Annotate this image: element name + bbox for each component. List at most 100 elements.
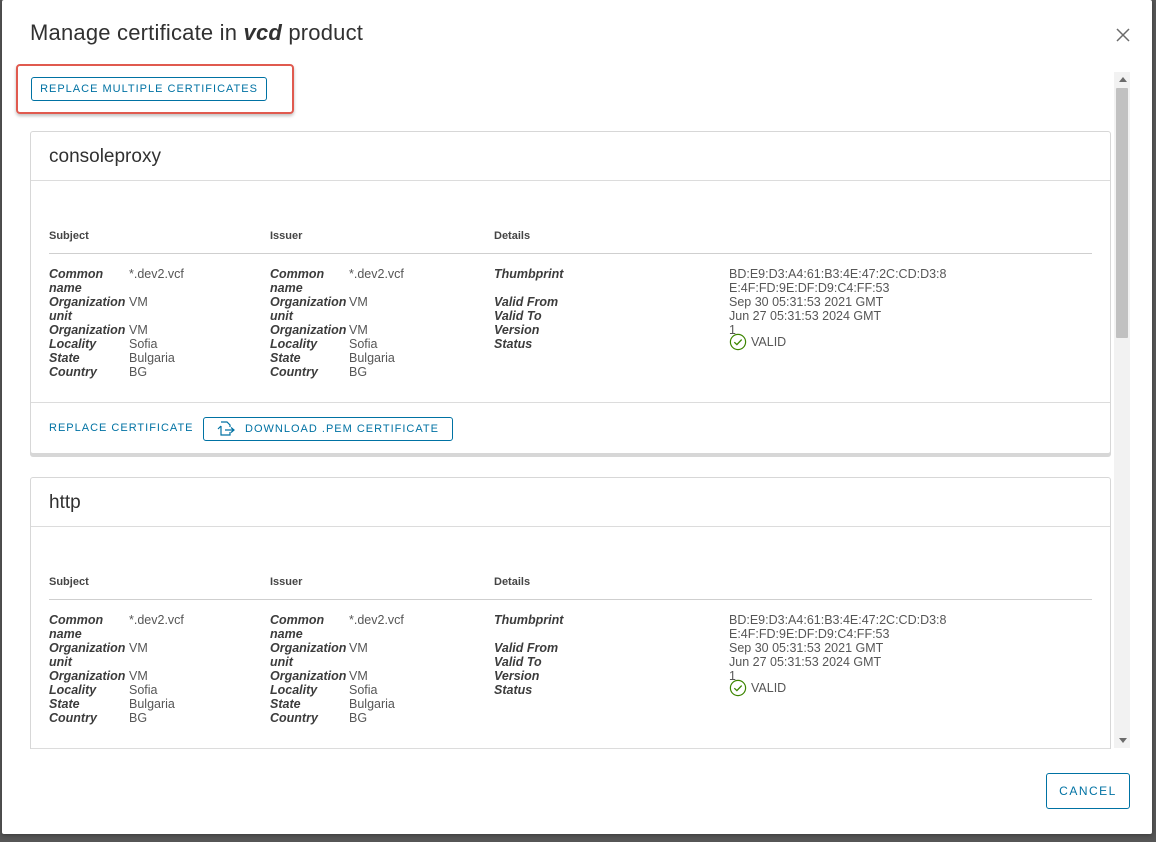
- label-locality: Locality: [270, 683, 318, 697]
- replace-multiple-highlight: REPLACE MULTIPLE CERTIFICATES: [16, 64, 294, 114]
- valid-from-value: Sep 30 05:31:53 2021 GMT: [729, 295, 884, 309]
- certificate-card-consoleproxy: consoleproxy Subject Issuer Details Comm…: [30, 131, 1111, 454]
- status-badge: VALID: [729, 679, 786, 697]
- label-locality: Locality: [49, 683, 97, 697]
- issuer-org-unit: VM: [349, 295, 368, 309]
- label-org-unit-2: unit: [270, 655, 293, 669]
- download-file-icon: [217, 421, 235, 436]
- subject-org-unit: VM: [129, 295, 148, 309]
- label-common-name-2: name: [270, 281, 303, 295]
- issuer-organization: VM: [349, 669, 368, 683]
- label-state: State: [270, 697, 301, 711]
- subject-locality: Sofia: [129, 337, 158, 351]
- label-thumbprint: Thumbprint: [494, 267, 564, 281]
- vertical-scrollbar[interactable]: [1114, 72, 1130, 748]
- label-locality: Locality: [49, 337, 97, 351]
- label-valid-to: Valid To: [494, 309, 542, 323]
- valid-from-value: Sep 30 05:31:53 2021 GMT: [729, 641, 884, 655]
- label-org-unit: Organization: [49, 641, 126, 655]
- subject-common-name: *.dev2.vcf: [129, 613, 184, 627]
- label-common-name: Common: [49, 613, 104, 627]
- subject-organization: VM: [129, 323, 148, 337]
- subject-locality: Sofia: [129, 683, 158, 697]
- issuer-org-unit: VM: [349, 641, 368, 655]
- label-version: Version: [494, 323, 540, 337]
- close-icon[interactable]: [1112, 24, 1134, 46]
- thumbprint-value: BD:E9:D3:A4:61:B3:4E:47:2C:CD:D3:8: [729, 613, 947, 627]
- check-circle-icon: [729, 333, 747, 351]
- label-state: State: [49, 351, 80, 365]
- label-common-name: Common: [270, 267, 325, 281]
- card-footer: REPLACE CERTIFICATE DOWNLOAD .PEM CERTIF…: [31, 402, 1110, 454]
- label-common-name-2: name: [49, 281, 82, 295]
- card-header: http: [31, 478, 1110, 527]
- scroll-down-icon[interactable]: [1119, 738, 1127, 743]
- subject-common-name: *.dev2.vcf: [129, 267, 184, 281]
- subject-organization: VM: [129, 669, 148, 683]
- label-locality: Locality: [270, 337, 318, 351]
- card-footer: REPLACE CERTIFICATE DOWNLOAD .PEM CERTIF…: [31, 748, 1110, 749]
- title-prefix: Manage certificate in: [30, 20, 238, 45]
- details-fields: Thumbprint BD:E9:D3:A4:61:B3:4E:47:2C:CD:…: [494, 613, 1074, 705]
- download-pem-button[interactable]: DOWNLOAD .PEM CERTIFICATE: [203, 417, 453, 441]
- issuer-fields: Common *.dev2.vcf name Organization VM uni…: [270, 613, 470, 725]
- label-organization: Organization: [270, 323, 347, 337]
- label-country: Country: [270, 365, 318, 379]
- replace-certificate-button[interactable]: REPLACE CERTIFICATE: [49, 422, 194, 434]
- cancel-button[interactable]: CANCEL: [1046, 773, 1130, 809]
- issuer-locality: Sofia: [349, 683, 378, 697]
- certificate-card-http: http Subject Issuer Details Common *.dev2…: [30, 477, 1111, 749]
- issuer-organization: VM: [349, 323, 368, 337]
- label-org-unit: Organization: [270, 641, 347, 655]
- label-valid-to: Valid To: [494, 655, 542, 669]
- scrollbar-thumb[interactable]: [1116, 88, 1128, 338]
- dialog-title: Manage certificate in vcd product: [30, 20, 363, 46]
- scroll-up-icon[interactable]: [1119, 77, 1127, 82]
- label-org-unit: Organization: [49, 295, 126, 309]
- label-country: Country: [270, 711, 318, 725]
- card-title: http: [49, 492, 81, 513]
- label-organization: Organization: [270, 669, 347, 683]
- label-status: Status: [494, 683, 533, 697]
- title-suffix: product: [288, 20, 364, 45]
- issuer-fields: Common *.dev2.vcf name Organization VM uni…: [270, 267, 470, 379]
- status-text: VALID: [751, 335, 787, 349]
- subject-fields: Common *.dev2.vcf name Organization VM uni…: [49, 613, 249, 725]
- issuer-heading: Issuer: [270, 230, 303, 242]
- subject-org-unit: VM: [129, 641, 148, 655]
- details-fields: Thumbprint BD:E9:D3:A4:61:B3:4E:47:2C:CD:…: [494, 267, 1074, 359]
- label-thumbprint: Thumbprint: [494, 613, 564, 627]
- label-country: Country: [49, 711, 97, 725]
- thumbprint-value-cont: E:4F:FD:9E:DF:D9:C4:FF:53: [729, 281, 890, 295]
- label-status: Status: [494, 337, 533, 351]
- thumbprint-value: BD:E9:D3:A4:61:B3:4E:47:2C:CD:D3:8: [729, 267, 947, 281]
- details-heading: Details: [494, 576, 531, 588]
- issuer-state: Bulgaria: [349, 351, 395, 365]
- label-organization: Organization: [49, 323, 126, 337]
- subject-heading: Subject: [49, 230, 89, 242]
- label-country: Country: [49, 365, 97, 379]
- download-pem-label: DOWNLOAD .PEM CERTIFICATE: [245, 423, 439, 435]
- header-divider: [49, 599, 1092, 600]
- issuer-country: BG: [349, 711, 368, 725]
- replace-multiple-certificates-button[interactable]: REPLACE MULTIPLE CERTIFICATES: [31, 77, 267, 101]
- issuer-country: BG: [349, 365, 368, 379]
- label-org-unit-2: unit: [49, 309, 72, 323]
- issuer-heading: Issuer: [270, 576, 303, 588]
- label-state: State: [49, 697, 80, 711]
- label-version: Version: [494, 669, 540, 683]
- label-common-name-2: name: [270, 627, 303, 641]
- title-product: vcd: [243, 20, 283, 45]
- valid-to-value: Jun 27 05:31:53 2024 GMT: [729, 655, 882, 669]
- thumbprint-value-cont: E:4F:FD:9E:DF:D9:C4:FF:53: [729, 627, 890, 641]
- label-org-unit-2: unit: [270, 309, 293, 323]
- status-badge: VALID: [729, 333, 786, 351]
- valid-to-value: Jun 27 05:31:53 2024 GMT: [729, 309, 882, 323]
- card-title: consoleproxy: [49, 146, 161, 167]
- details-heading: Details: [494, 230, 531, 242]
- subject-state: Bulgaria: [129, 697, 175, 711]
- label-common-name: Common: [270, 613, 325, 627]
- subject-country: BG: [129, 365, 148, 379]
- manage-certificate-dialog: Manage certificate in vcd product REPLAC…: [2, 0, 1152, 834]
- issuer-common-name: *.dev2.vcf: [349, 613, 404, 627]
